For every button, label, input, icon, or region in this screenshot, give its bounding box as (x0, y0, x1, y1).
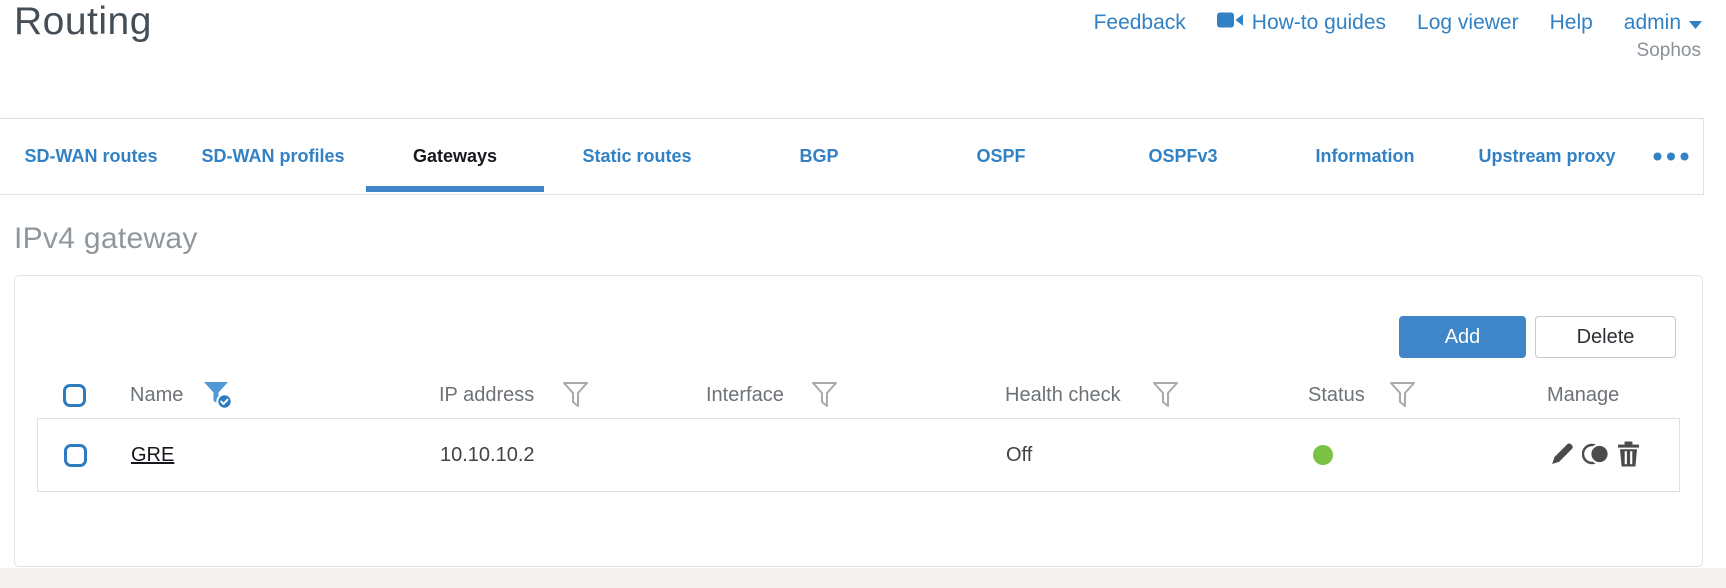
gateway-name-link[interactable]: GRE (131, 444, 174, 467)
tab-upstream-proxy[interactable]: Upstream proxy (1456, 119, 1638, 194)
status-cell (1313, 419, 1333, 491)
more-tabs-button[interactable] (1638, 119, 1703, 194)
filter-name-active-icon[interactable] (202, 372, 234, 418)
row-checkbox[interactable] (64, 443, 87, 467)
status-up-indicator (1313, 445, 1333, 465)
gateway-name-cell: GRE (131, 419, 174, 491)
table-header: Name IP address Interface Health check S… (15, 372, 1702, 418)
gateway-table-card: Add Delete Name IP address Interface Hea… (14, 275, 1703, 567)
tab-gateways[interactable]: Gateways (364, 119, 546, 194)
tab-information[interactable]: Information (1274, 119, 1456, 194)
feedback-link[interactable]: Feedback (1094, 11, 1186, 35)
table-row: GRE 10.10.10.2 Off (37, 418, 1680, 492)
tab-bgp[interactable]: BGP (728, 119, 910, 194)
page-background-strip (0, 568, 1726, 588)
log-viewer-link[interactable]: Log viewer (1417, 11, 1519, 35)
tab-sd-wan-profiles[interactable]: SD-WAN profiles (182, 119, 364, 194)
tab-sd-wan-routes[interactable]: SD-WAN routes (0, 119, 182, 194)
column-header-manage: Manage (1547, 383, 1620, 406)
edit-button[interactable] (1550, 441, 1575, 469)
filter-status-icon[interactable] (1389, 372, 1416, 418)
top-header: Routing Feedback How-to guides Log viewe… (0, 0, 1726, 118)
filter-health-check-icon[interactable] (1152, 372, 1179, 418)
clone-icon (1581, 442, 1610, 469)
health-check-cell: Off (1006, 443, 1033, 466)
row-checkbox-wrap (64, 419, 87, 491)
account-name: Sophos (1636, 40, 1701, 61)
table-toolbar: Add Delete (1399, 316, 1676, 358)
column-header-health-check: Health check (1005, 383, 1121, 406)
video-camera-icon (1216, 11, 1244, 35)
column-header-ip-address: IP address (439, 383, 535, 406)
howto-guides-link[interactable]: How-to guides (1216, 11, 1386, 35)
add-button[interactable]: Add (1399, 316, 1526, 358)
delete-button[interactable]: Delete (1535, 316, 1676, 358)
pencil-icon (1550, 441, 1575, 469)
select-all-checkbox[interactable] (63, 383, 86, 407)
section-title: IPv4 gateway (14, 222, 198, 255)
filter-ip-address-icon[interactable] (562, 372, 589, 418)
tab-static-routes[interactable]: Static routes (546, 119, 728, 194)
header-nav: Feedback How-to guides Log viewer Help a… (1094, 11, 1702, 35)
active-tab-underline (366, 186, 544, 192)
filter-interface-icon[interactable] (811, 372, 838, 418)
ip-address-cell: 10.10.10.2 (440, 443, 535, 466)
caret-down-icon (1689, 11, 1702, 35)
tab-bar: SD-WAN routes SD-WAN profiles Gateways S… (0, 118, 1704, 195)
page-title: Routing (14, 0, 152, 43)
column-header-status: Status (1308, 383, 1365, 406)
tab-ospf[interactable]: OSPF (910, 119, 1092, 194)
admin-menu[interactable]: admin (1624, 11, 1702, 35)
help-link[interactable]: Help (1550, 11, 1593, 35)
select-all-checkbox-wrap (63, 372, 86, 418)
tab-ospfv3[interactable]: OSPFv3 (1092, 119, 1274, 194)
column-header-interface: Interface (706, 383, 784, 406)
ellipsis-icon (1653, 148, 1689, 166)
manage-cell (1550, 419, 1640, 491)
column-header-name: Name (130, 383, 184, 406)
delete-row-button[interactable] (1617, 441, 1640, 470)
clone-button[interactable] (1581, 442, 1610, 469)
trash-icon (1617, 441, 1640, 470)
